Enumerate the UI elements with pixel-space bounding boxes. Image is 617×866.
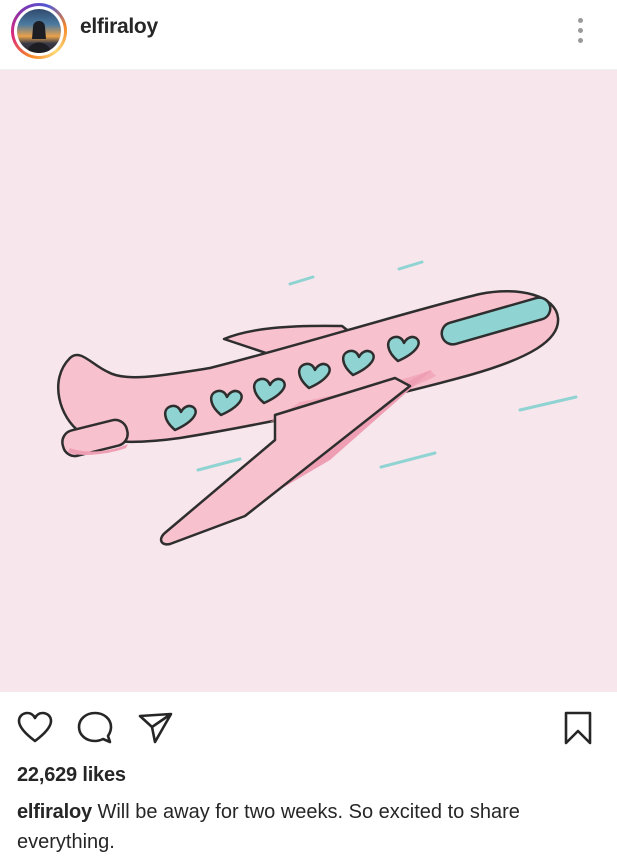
post-username[interactable]: elfiraloy — [80, 15, 158, 39]
bookmark-icon[interactable] — [560, 710, 596, 746]
post-actions — [0, 692, 617, 758]
post-image[interactable] — [0, 70, 617, 692]
avatar[interactable] — [11, 3, 67, 59]
likes-count[interactable]: 22,629 likes — [17, 764, 126, 787]
post-header: elfiraloy — [0, 0, 617, 70]
caption-username[interactable]: elfiraloy — [17, 801, 92, 823]
caption-text: Will be away for two weeks. So excited t… — [17, 801, 520, 853]
comment-icon[interactable] — [77, 710, 113, 746]
avatar-image — [17, 9, 61, 53]
send-icon[interactable] — [137, 710, 173, 746]
more-options-icon[interactable] — [566, 12, 594, 48]
heart-icon[interactable] — [17, 710, 53, 746]
post: elfiraloy 22,629 likes elfiraloy Will be… — [0, 0, 617, 866]
post-caption: elfiraloy Will be away for two weeks. So… — [17, 797, 607, 857]
